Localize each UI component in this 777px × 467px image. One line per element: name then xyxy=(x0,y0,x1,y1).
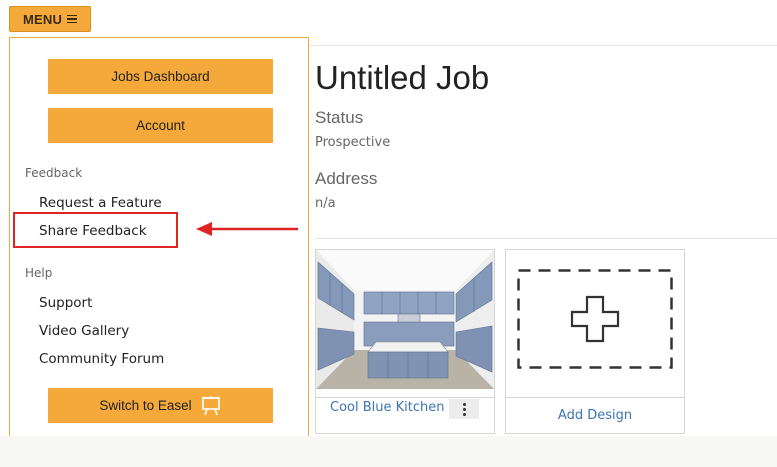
help-section-label: Help xyxy=(25,266,53,280)
footer-band xyxy=(0,436,777,467)
annotation-arrow-icon xyxy=(196,222,298,236)
add-design-card[interactable]: Add Design xyxy=(505,249,685,434)
switch-to-easel-label: Switch to Easel xyxy=(99,398,192,413)
job-title: Untitled Job xyxy=(315,59,490,96)
account-button[interactable]: Account xyxy=(48,108,273,143)
card-divider xyxy=(316,397,494,398)
section-divider xyxy=(315,238,777,239)
community-forum-link[interactable]: Community Forum xyxy=(39,351,164,367)
card-options-button[interactable] xyxy=(449,399,479,419)
vertical-dots-icon xyxy=(462,402,466,417)
status-label: Status xyxy=(315,108,364,127)
feedback-section-label: Feedback xyxy=(25,166,83,180)
plus-icon xyxy=(517,269,673,369)
menu-button[interactable]: MENU xyxy=(9,6,91,32)
address-label: Address xyxy=(315,169,378,188)
header-divider xyxy=(310,45,777,46)
switch-to-easel-button[interactable]: Switch to Easel xyxy=(48,388,273,423)
easel-icon xyxy=(201,395,220,415)
hamburger-icon xyxy=(67,15,78,23)
kitchen-thumbnail xyxy=(316,250,494,389)
annotation-highlight-box xyxy=(13,212,178,248)
add-design-link[interactable]: Add Design xyxy=(506,408,684,423)
card-divider xyxy=(506,397,684,398)
design-card[interactable]: Cool Blue Kitchen xyxy=(315,249,495,434)
page: MENU Jobs Dashboard Account Feedback Req… xyxy=(0,0,777,467)
support-link[interactable]: Support xyxy=(39,295,92,311)
video-gallery-link[interactable]: Video Gallery xyxy=(39,323,129,339)
design-title-link[interactable]: Cool Blue Kitchen xyxy=(330,400,445,415)
status-value: Prospective xyxy=(315,135,391,150)
menu-label: MENU xyxy=(22,11,63,27)
jobs-dashboard-button[interactable]: Jobs Dashboard xyxy=(48,59,273,94)
request-feature-link[interactable]: Request a Feature xyxy=(39,195,162,211)
address-value: n/a xyxy=(315,196,336,211)
